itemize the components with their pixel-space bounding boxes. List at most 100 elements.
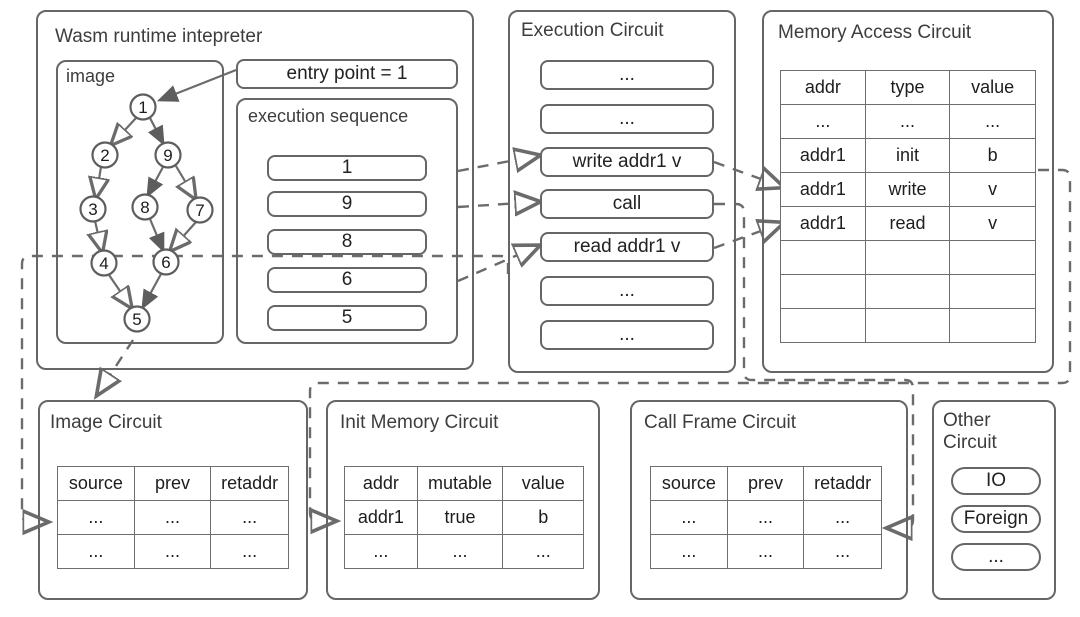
table-cell: read xyxy=(864,206,951,241)
table-cell: ... xyxy=(57,500,135,535)
table-cell: v xyxy=(949,172,1036,207)
table-header-row: addr type value xyxy=(780,70,1036,105)
execution-circuit-row[interactable]: ... xyxy=(540,320,714,350)
execution-circuit-row[interactable]: ... xyxy=(540,104,714,134)
wasm-runtime-title: Wasm runtime intepreter xyxy=(55,26,263,47)
table-cell: init xyxy=(864,138,951,173)
graph-node-label: 1 xyxy=(138,98,147,117)
table-header-cell: addr xyxy=(780,70,866,105)
table-header-row: source prev retaddr xyxy=(650,466,882,501)
execution-circuit-row-read[interactable]: read addr1 v xyxy=(540,232,714,262)
table-header-cell: type xyxy=(864,70,951,105)
table-row: ... ... ... xyxy=(780,104,1036,139)
other-circuit-item-foreign[interactable]: Foreign xyxy=(951,505,1041,533)
table-row: ... ... ... xyxy=(650,534,882,569)
table-row: addr1 write v xyxy=(780,172,1036,207)
table-row xyxy=(780,308,1036,343)
table-cell xyxy=(780,274,866,309)
memory-access-table: addr type value ... ... ... addr1 init b… xyxy=(780,70,1036,343)
table-cell: addr1 xyxy=(780,172,866,207)
table-cell: ... xyxy=(57,534,135,569)
init-memory-circuit-title: Init Memory Circuit xyxy=(340,412,499,433)
other-circuit-item-io[interactable]: IO xyxy=(951,467,1041,495)
table-cell: ... xyxy=(344,534,418,569)
table-header-row: addr mutable value xyxy=(344,466,584,501)
table-cell xyxy=(780,308,866,343)
execution-sequence-item[interactable]: 9 xyxy=(267,191,427,217)
execution-sequence-title: execution sequence xyxy=(248,106,409,126)
table-cell: ... xyxy=(780,104,866,139)
table-cell xyxy=(780,240,866,275)
table-row: ... ... ... xyxy=(344,534,584,569)
table-header-cell: prev xyxy=(133,466,212,501)
table-header-cell: source xyxy=(57,466,135,501)
table-cell: write xyxy=(864,172,951,207)
other-circuit-title: Other Circuit xyxy=(943,410,997,453)
execution-circuit-row[interactable]: ... xyxy=(540,60,714,90)
table-cell: ... xyxy=(210,534,289,569)
table-header-cell: retaddr xyxy=(210,466,289,501)
table-row: ... ... ... xyxy=(650,500,882,535)
table-cell: addr1 xyxy=(780,206,866,241)
table-cell xyxy=(864,308,951,343)
execution-sequence-item[interactable]: 6 xyxy=(267,267,427,293)
table-cell: ... xyxy=(949,104,1036,139)
table-cell xyxy=(949,274,1036,309)
table-row: ... ... ... xyxy=(57,500,289,535)
table-header-cell: value xyxy=(949,70,1036,105)
table-cell: ... xyxy=(650,500,728,535)
execution-circuit-row[interactable]: ... xyxy=(540,276,714,306)
table-row: ... ... ... xyxy=(57,534,289,569)
execution-circuit-row-call[interactable]: call xyxy=(540,189,714,219)
table-cell xyxy=(864,240,951,275)
other-circuit-item-ellipsis[interactable]: ... xyxy=(951,543,1041,571)
table-header-cell: retaddr xyxy=(803,466,882,501)
table-cell: ... xyxy=(416,534,504,569)
table-cell: addr1 xyxy=(780,138,866,173)
table-row: addr1 init b xyxy=(780,138,1036,173)
table-cell: addr1 xyxy=(344,500,418,535)
table-cell: ... xyxy=(210,500,289,535)
execution-circuit-title: Execution Circuit xyxy=(521,20,664,41)
table-cell: ... xyxy=(650,534,728,569)
table-header-cell: prev xyxy=(726,466,805,501)
table-cell: v xyxy=(949,206,1036,241)
table-cell: ... xyxy=(502,534,584,569)
execution-circuit-row-write[interactable]: write addr1 v xyxy=(540,147,714,177)
table-cell: ... xyxy=(133,500,212,535)
graph-node-label: 3 xyxy=(88,200,97,219)
execution-sequence-item[interactable]: 1 xyxy=(267,155,427,181)
table-cell xyxy=(864,274,951,309)
graph-node-label: 7 xyxy=(195,201,204,220)
table-cell xyxy=(949,308,1036,343)
entry-point-pill[interactable]: entry point = 1 xyxy=(236,59,458,89)
table-row xyxy=(780,274,1036,309)
table-header-cell: mutable xyxy=(416,466,504,501)
memory-access-circuit-title: Memory Access Circuit xyxy=(778,22,972,43)
init-memory-circuit-table: addr mutable value addr1 true b ... ... … xyxy=(344,466,584,569)
table-header-row: source prev retaddr xyxy=(57,466,289,501)
execution-sequence-item[interactable]: 8 xyxy=(267,229,427,255)
table-cell: ... xyxy=(803,500,882,535)
table-cell: ... xyxy=(803,534,882,569)
call-frame-circuit-title: Call Frame Circuit xyxy=(644,412,797,433)
image-circuit-title: Image Circuit xyxy=(50,412,162,433)
table-row xyxy=(780,240,1036,275)
table-cell: true xyxy=(416,500,504,535)
table-cell: ... xyxy=(726,500,805,535)
table-cell: ... xyxy=(864,104,951,139)
table-header-cell: source xyxy=(650,466,728,501)
image-circuit-table: source prev retaddr ... ... ... ... ... … xyxy=(57,466,289,569)
diagram-canvas: Wasm runtime intepreter image 1 2 9 3 8 … xyxy=(0,0,1080,617)
call-frame-circuit-table: source prev retaddr ... ... ... ... ... … xyxy=(650,466,882,569)
table-header-cell: addr xyxy=(344,466,418,501)
table-cell: b xyxy=(949,138,1036,173)
graph-node-label: 9 xyxy=(163,146,172,165)
graph-node-label: 5 xyxy=(132,310,141,329)
graph-node-label: 6 xyxy=(161,253,170,272)
graph-node-label: 8 xyxy=(140,198,149,217)
table-cell: ... xyxy=(726,534,805,569)
table-cell: b xyxy=(502,500,584,535)
table-cell: ... xyxy=(133,534,212,569)
execution-sequence-item[interactable]: 5 xyxy=(267,305,427,331)
